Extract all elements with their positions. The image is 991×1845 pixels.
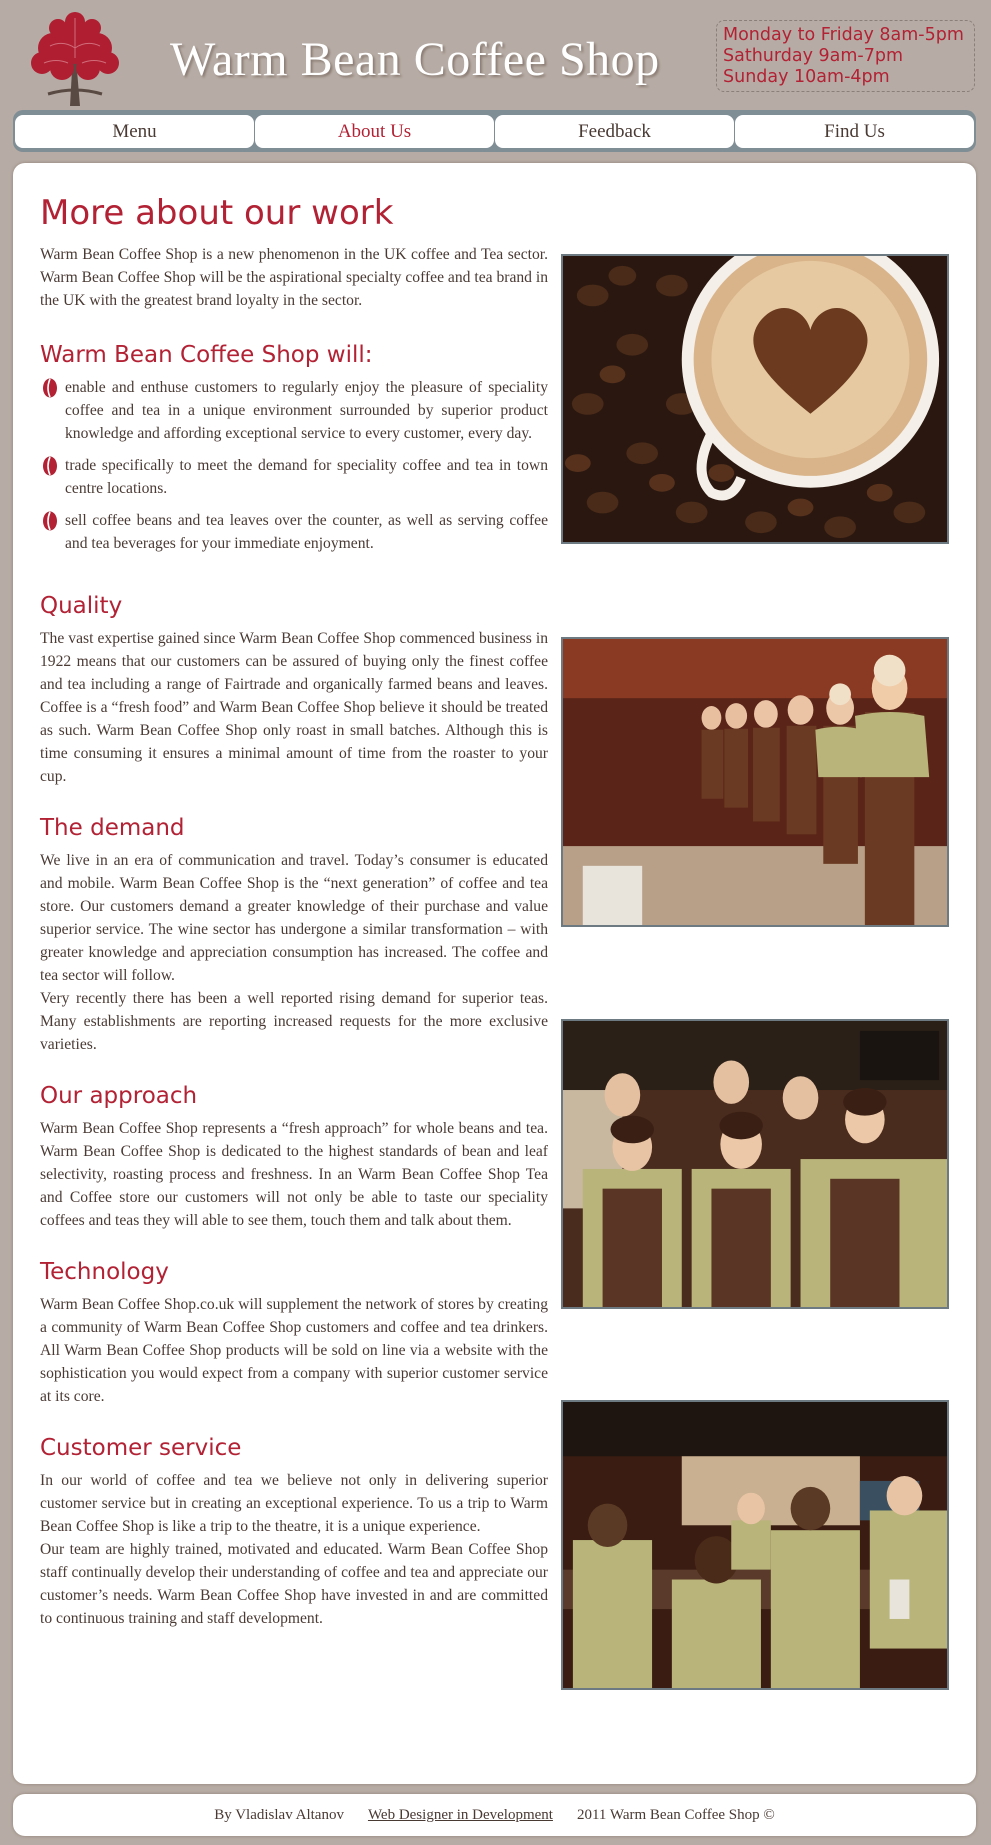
section-paragraph: Our team are highly trained, motivated a…	[40, 1541, 548, 1627]
footer-copyright: 2011 Warm Bean Coffee Shop ©	[576, 1806, 775, 1823]
latte-heart-photo	[561, 254, 949, 544]
nav-find-us[interactable]: Find Us	[735, 115, 974, 148]
opening-hours-box: Monday to Friday 8am-5pm Sathurday 9am-7…	[716, 20, 975, 92]
list-item: enable and enthuse customers to regularl…	[40, 376, 548, 445]
main-content-panel: More about our work Warm Bean Coffee Sho…	[13, 163, 976, 1784]
demand-section: The demand We live in an era of communic…	[40, 813, 548, 1056]
section-heading: Technology	[40, 1259, 169, 1285]
tree-logo-icon[interactable]	[18, 8, 132, 106]
customer-service-section: Customer service In our world of coffee …	[40, 1433, 548, 1630]
footer-author: By Vladislav Altanov	[214, 1806, 344, 1823]
technology-section: Technology Warm Bean Coffee Shop.co.uk w…	[40, 1257, 548, 1408]
section-heading: Quality	[40, 593, 123, 619]
list-item-text: trade specifically to meet the demand fo…	[65, 457, 548, 497]
section-paragraph: Very recently there has been a well repo…	[40, 990, 548, 1053]
list-item: sell coffee beans and tea leaves over th…	[40, 509, 548, 555]
site-header: Warm Bean Coffee Shop Monday to Friday 8…	[0, 0, 991, 110]
staff-counter-photo	[561, 1400, 949, 1690]
section-heading: Our approach	[40, 1083, 198, 1109]
nav-menu[interactable]: Menu	[15, 115, 254, 148]
section-heading: Customer service	[40, 1435, 242, 1461]
will-section: Warm Bean Coffee Shop will: enable and e…	[40, 340, 548, 555]
section-paragraph: The vast expertise gained since Warm Bea…	[40, 630, 548, 785]
hours-sunday: Sunday 10am-4pm	[723, 67, 890, 87]
text-column: More about our work Warm Bean Coffee Sho…	[40, 193, 548, 1630]
will-list: enable and enthuse customers to regularl…	[40, 376, 548, 555]
main-nav: Menu About Us Feedback Find Us	[13, 110, 976, 152]
intro-paragraph: Warm Bean Coffee Shop is a new phenomeno…	[40, 246, 548, 309]
section-heading: The demand	[40, 815, 185, 841]
nav-feedback[interactable]: Feedback	[495, 115, 734, 148]
coffee-bean-icon	[43, 456, 57, 476]
list-item-text: sell coffee beans and tea leaves over th…	[65, 512, 548, 552]
nav-about-us[interactable]: About Us	[255, 115, 494, 148]
site-footer: By Vladislav Altanov Web Designer in Dev…	[13, 1794, 976, 1836]
staff-line-photo	[561, 637, 949, 927]
section-paragraph: In our world of coffee and tea we believ…	[40, 1472, 548, 1535]
list-item-text: enable and enthuse customers to regularl…	[65, 379, 548, 442]
site-title: Warm Bean Coffee Shop	[170, 33, 660, 86]
coffee-bean-icon	[43, 511, 57, 531]
hours-saturday: Sathurday 9am-7pm	[723, 46, 904, 66]
coffee-bean-icon	[43, 378, 57, 398]
hours-weekday: Monday to Friday 8am-5pm	[723, 25, 964, 45]
quality-section: Quality The vast expertise gained since …	[40, 591, 548, 788]
will-heading: Warm Bean Coffee Shop will:	[40, 342, 373, 368]
approach-section: Our approach Warm Bean Coffee Shop repre…	[40, 1081, 548, 1232]
page-title: More about our work	[40, 193, 394, 233]
footer-portfolio-link[interactable]: Web Designer in Development	[368, 1807, 553, 1824]
section-paragraph: Warm Bean Coffee Shop represents a “fres…	[40, 1120, 548, 1229]
section-paragraph: Warm Bean Coffee Shop.co.uk will supplem…	[40, 1296, 548, 1405]
section-paragraph: We live in an era of communication and t…	[40, 852, 548, 984]
staff-group-photo	[561, 1019, 949, 1309]
list-item: trade specifically to meet the demand fo…	[40, 454, 548, 500]
